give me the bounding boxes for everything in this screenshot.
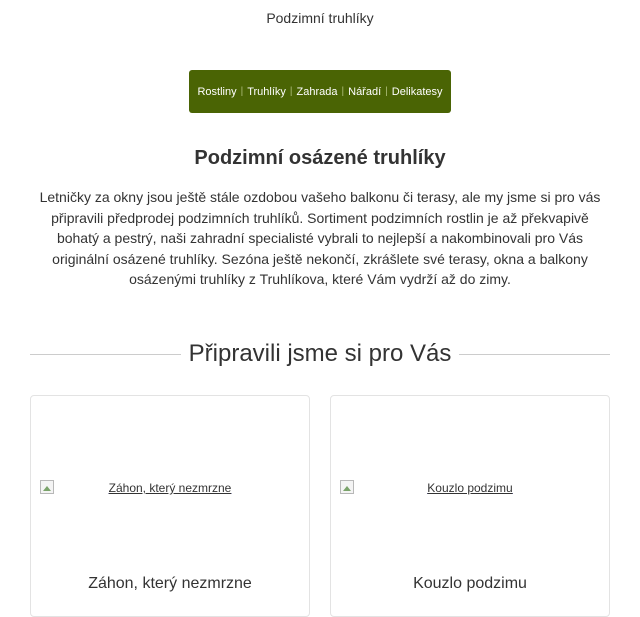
broken-image-icon xyxy=(340,480,354,494)
nav-separator: | xyxy=(385,86,388,97)
nav-item-delikatesy[interactable]: Delikatesy xyxy=(392,86,443,98)
product-image-alt[interactable]: Záhon, který nezmrzne xyxy=(109,481,232,495)
section-heading: Připravili jsme si pro Vás xyxy=(30,340,611,368)
nav-separator: | xyxy=(289,86,293,97)
section-title: Připravili jsme si pro Vás xyxy=(188,340,452,367)
divider-left xyxy=(30,353,181,355)
product-image-link[interactable]: Záhon, který nezmrzne xyxy=(40,479,300,497)
intro-paragraph: Letničky za okny jsou ještě stále ozdobo… xyxy=(39,189,601,287)
product-image-alt[interactable]: Kouzlo podzimu xyxy=(427,481,512,495)
nav-item-truhliky[interactable]: Truhlíky xyxy=(247,86,286,98)
product-card: Záhon, který nezmrzne Záhon, který nezmr… xyxy=(30,395,310,617)
broken-image-icon xyxy=(40,480,54,494)
product-title[interactable]: Kouzlo podzimu xyxy=(331,575,609,593)
nav-item-naradi[interactable]: Nářadí xyxy=(348,86,381,98)
product-title[interactable]: Záhon, který nezmrzne xyxy=(31,575,309,593)
page-headline: Podzimní osázené truhlíky xyxy=(194,147,446,169)
nav-separator: | xyxy=(240,86,244,97)
nav-item-rostliny[interactable]: Rostliny xyxy=(197,86,236,98)
product-image-link[interactable]: Kouzlo podzimu xyxy=(340,479,600,497)
product-card: Kouzlo podzimu Kouzlo podzimu xyxy=(330,395,610,617)
nav-separator: | xyxy=(341,86,345,97)
nav-item-zahrada[interactable]: Zahrada xyxy=(297,86,338,98)
divider-right xyxy=(459,353,611,355)
main-navigation: Rostliny | Truhlíky | Zahrada | Nářadí |… xyxy=(189,70,451,113)
preheader-title: Podzimní truhlíky xyxy=(266,10,374,26)
